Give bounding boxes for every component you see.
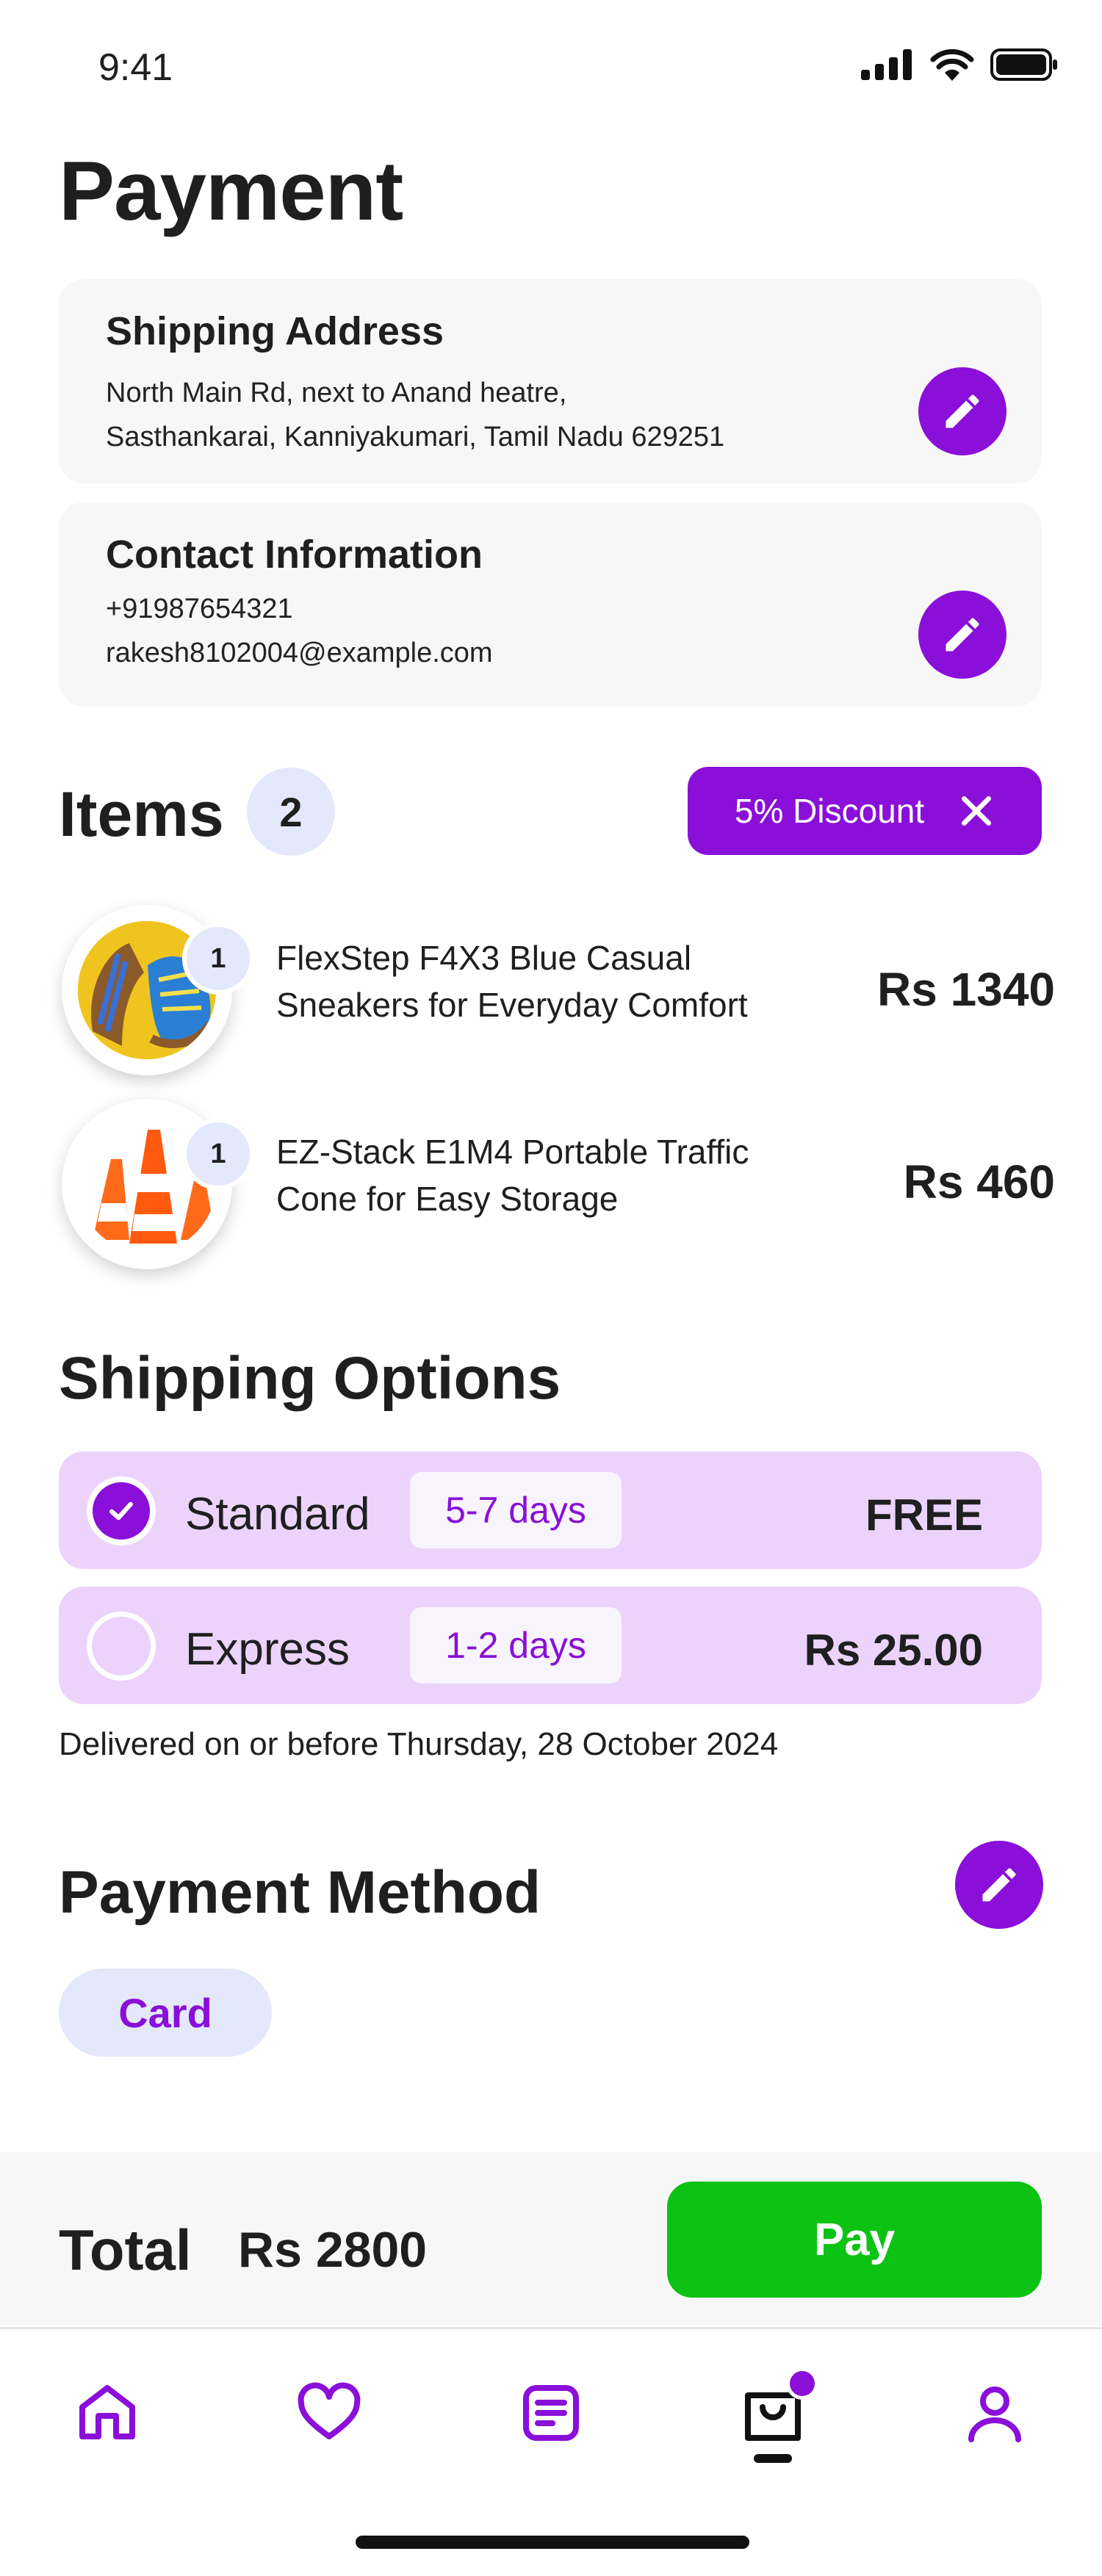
nav-profile[interactable]	[954, 2372, 1036, 2454]
radio-unchecked-icon[interactable]	[87, 1612, 156, 1681]
nav-favorites[interactable]	[288, 2372, 370, 2454]
battery-icon	[990, 48, 1057, 81]
shipping-days-pill: 1-2 days	[410, 1607, 622, 1684]
pencil-icon	[946, 618, 979, 652]
edit-address-button[interactable]	[918, 367, 1006, 455]
heart-icon	[298, 2382, 361, 2439]
close-icon[interactable]	[958, 793, 995, 829]
delivery-note: Delivered on or before Thursday, 28 Octo…	[59, 1726, 779, 1762]
shipping-address-title: Shipping Address	[106, 309, 444, 353]
contact-phone: +91987654321	[106, 594, 293, 624]
radio-checked-icon[interactable]	[87, 1476, 156, 1545]
contact-email: rakesh8102004@example.com	[106, 638, 493, 668]
product-price: Rs 1340	[877, 963, 1055, 1016]
edit-payment-method-button[interactable]	[955, 1841, 1043, 1929]
address-line-2: Sasthankarai, Kanniyakumari, Tamil Nadu …	[106, 422, 725, 452]
shipping-options-title: Shipping Options	[59, 1345, 561, 1412]
nav-orders[interactable]	[510, 2372, 592, 2454]
address-line-1: North Main Rd, next to Anand heatre,	[106, 378, 567, 408]
product-price: Rs 460	[903, 1155, 1055, 1208]
shipping-option-label: Standard	[185, 1489, 370, 1540]
shipping-option-price: Rs 25.00	[804, 1626, 983, 1675]
items-title: Items	[59, 779, 224, 850]
product-name-line-2: Sneakers for Everyday Comfort	[276, 986, 748, 1024]
shipping-days-pill: 5-7 days	[410, 1472, 622, 1548]
payment-method-title: Payment Method	[59, 1859, 541, 1926]
items-count-badge: 2	[247, 768, 335, 856]
status-icons	[861, 48, 1058, 81]
wifi-icon	[930, 48, 974, 81]
total-amount: Rs 2800	[238, 2222, 428, 2278]
pencil-icon	[982, 1868, 1016, 1902]
product-name-line-2: Cone for Easy Storage	[276, 1180, 619, 1218]
product-name-line-1: FlexStep F4X3 Blue Casual	[276, 939, 692, 977]
home-icon	[79, 2385, 135, 2439]
total-label: Total	[59, 2218, 192, 2282]
cart-notification-dot	[786, 2367, 818, 2400]
status-time: 9:41	[98, 46, 173, 89]
pencil-icon	[946, 394, 979, 428]
signal-icon	[861, 49, 912, 80]
shipping-option-price: FREE	[865, 1490, 983, 1540]
page-title: Payment	[59, 145, 403, 238]
profile-icon	[968, 2386, 1021, 2442]
edit-contact-button[interactable]	[918, 591, 1006, 679]
contact-info-title: Contact Information	[106, 533, 483, 577]
check-icon	[109, 1501, 133, 1520]
shipping-option-express[interactable]: Express 1-2 days Rs 25.00	[59, 1587, 1042, 1704]
shipping-address-card: Shipping Address North Main Rd, next to …	[59, 279, 1042, 483]
quantity-badge: 1	[182, 923, 254, 995]
product-name: EZ-Stack E1M4 Portable Traffic Cone for …	[276, 1128, 749, 1222]
list-icon	[523, 2385, 579, 2441]
contact-info-card: Contact Information +91987654321 rakesh8…	[59, 502, 1042, 707]
home-indicator	[356, 2536, 749, 2549]
product-name-line-1: EZ-Stack E1M4 Portable Traffic	[276, 1133, 749, 1171]
product-name: FlexStep F4X3 Blue Casual Sneakers for E…	[276, 934, 748, 1028]
active-nav-indicator	[754, 2454, 792, 2463]
payment-method-chip[interactable]: Card	[59, 1969, 272, 2057]
pay-button[interactable]: Pay	[667, 2182, 1042, 2298]
discount-label: 5% Discount	[734, 792, 925, 830]
nav-home[interactable]	[66, 2372, 148, 2454]
quantity-badge: 1	[182, 1118, 254, 1190]
shipping-option-standard[interactable]: Standard 5-7 days FREE	[59, 1451, 1042, 1569]
discount-chip[interactable]: 5% Discount	[688, 767, 1042, 855]
shipping-option-label: Express	[185, 1624, 350, 1675]
